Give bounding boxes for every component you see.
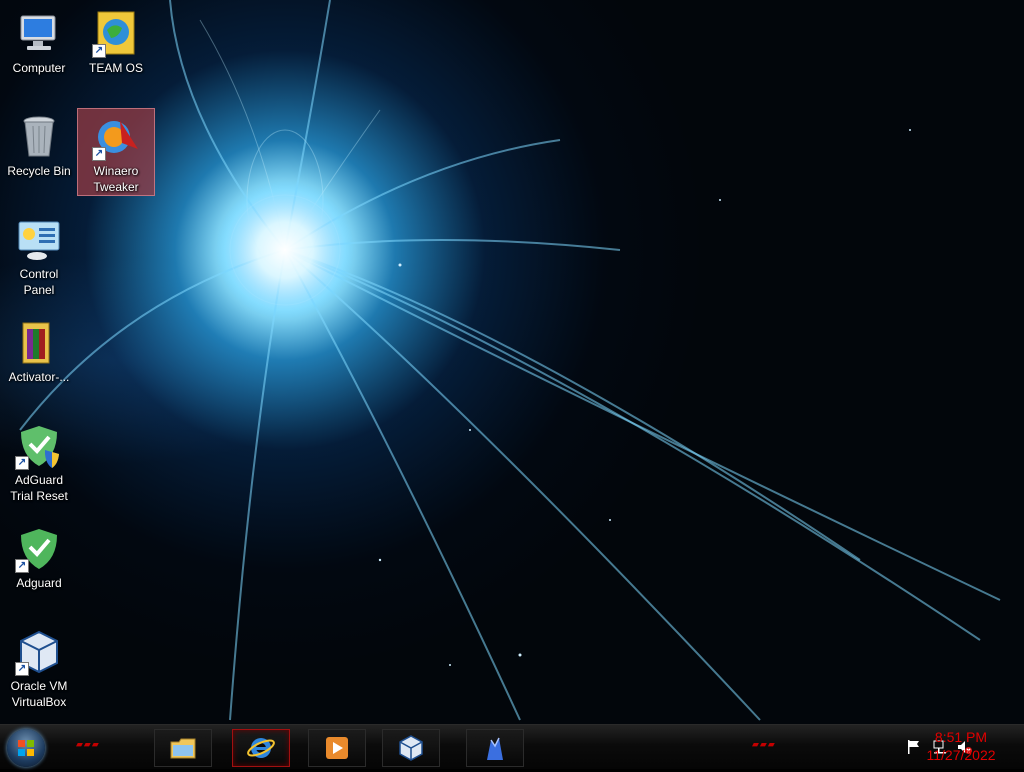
desktop-icon-label: Adguard [16, 576, 62, 590]
taskbar-clock[interactable]: 8:51 PM 11/27/2022 [916, 728, 1006, 764]
taskbar-button-media-player[interactable] [308, 729, 366, 767]
shortcut-arrow-icon: ↗ [92, 147, 106, 161]
desktop[interactable]: Computer ↗ TEAM OS Recycle Bin ↗ Winaero… [0, 0, 1024, 724]
computer-icon [15, 10, 63, 58]
shortcut-arrow-icon: ↗ [92, 44, 106, 58]
desktop-icon-label: Winaero Tweaker [93, 164, 139, 194]
desktop-icon-control-panel[interactable]: Control Panel [1, 212, 77, 298]
team-os-icon: ↗ [92, 10, 140, 58]
desktop-icon-adguard-trial-reset[interactable]: ↗ AdGuard Trial Reset [1, 418, 77, 504]
virtualbox-icon: ↗ [15, 628, 63, 676]
internet-explorer-icon [247, 734, 275, 762]
desktop-icon-label: Computer [12, 61, 66, 75]
taskbar-decoration-left: ▰▰▰ [76, 739, 100, 749]
control-panel-icon [15, 216, 63, 264]
blue-app-icon [481, 734, 509, 762]
taskbar-button-virtualbox[interactable] [382, 729, 440, 767]
desktop-icon-adguard[interactable]: ↗ Adguard [1, 521, 77, 591]
desktop-icon-winaero-tweaker[interactable]: ↗ Winaero Tweaker [77, 108, 155, 196]
taskbar: ▰▰▰ ▰▰▰ 8:51 PM 11/27/2022 [0, 724, 1024, 769]
folder-icon [169, 734, 197, 762]
desktop-icon-label: TEAM OS [88, 61, 143, 75]
desktop-icon-label: Control Panel [19, 267, 59, 297]
recycle-bin-icon [15, 113, 63, 161]
winaero-tweaker-icon: ↗ [92, 113, 140, 161]
desktop-icon-label: AdGuard Trial Reset [10, 473, 68, 503]
taskbar-button-internet-explorer[interactable] [232, 729, 290, 767]
clock-time: 8:51 PM [934, 729, 988, 745]
taskbar-button-explorer[interactable] [154, 729, 212, 767]
desktop-icon-activator[interactable]: Activator-... [1, 315, 77, 385]
desktop-icon-virtualbox[interactable]: ↗ Oracle VM VirtualBox [1, 624, 77, 710]
shortcut-arrow-icon: ↗ [15, 662, 29, 676]
windows-logo-icon [18, 740, 34, 756]
shortcut-arrow-icon: ↗ [15, 559, 29, 573]
adguard-shield-icon: ↗ [15, 422, 63, 470]
desktop-icon-team-os[interactable]: ↗ TEAM OS [78, 6, 154, 76]
desktop-icon-label: Recycle Bin [7, 164, 71, 178]
taskbar-button-blue-app[interactable] [466, 729, 524, 767]
desktop-icon-recycle-bin[interactable]: Recycle Bin [1, 109, 77, 179]
shortcut-arrow-icon: ↗ [15, 456, 29, 470]
adguard-shield-icon: ↗ [15, 525, 63, 573]
desktop-icon-label: Oracle VM VirtualBox [10, 679, 68, 709]
desktop-icon-computer[interactable]: Computer [1, 6, 77, 76]
media-player-icon [323, 734, 351, 762]
virtualbox-icon [397, 734, 425, 762]
desktop-icon-label: Activator-... [8, 370, 70, 384]
archive-icon [15, 319, 63, 367]
clock-date: 11/27/2022 [926, 747, 996, 763]
start-button[interactable] [7, 729, 45, 767]
taskbar-decoration-right: ▰▰▰ [752, 739, 776, 749]
